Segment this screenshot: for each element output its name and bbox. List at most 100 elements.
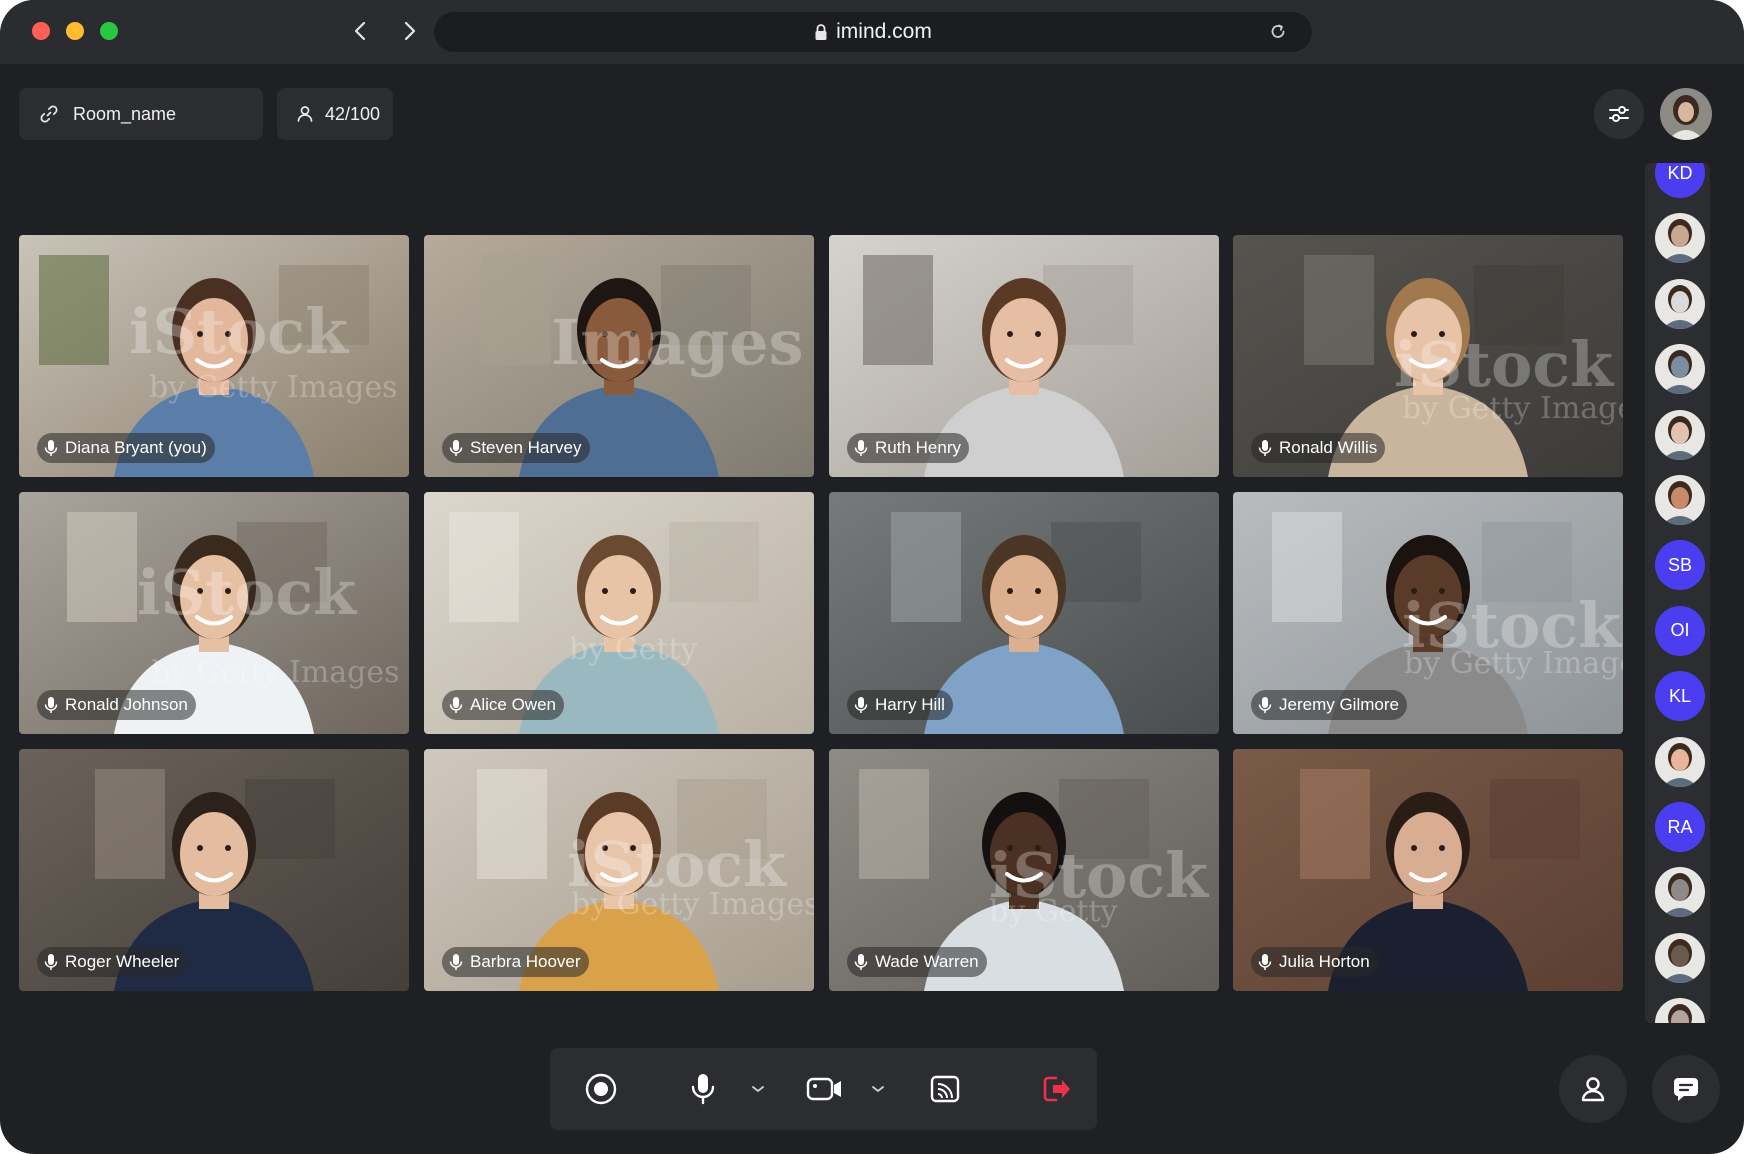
screen-share-button[interactable] [920, 1048, 970, 1130]
participants-count-pill[interactable]: 42/100 [277, 88, 393, 140]
avatar-photo [1655, 998, 1705, 1023]
my-avatar[interactable] [1660, 88, 1712, 140]
close-window-button[interactable] [32, 22, 50, 40]
participant-photo-avatar[interactable] [1655, 932, 1705, 983]
participant-name-tag: Barbra Hoover [442, 947, 589, 977]
camera-options-button[interactable] [866, 1048, 890, 1130]
participant-name: Ruth Henry [875, 438, 961, 457]
back-button[interactable] [346, 16, 376, 46]
participant-name-tag: Steven Harvey [442, 433, 590, 463]
participants-button[interactable] [1559, 1055, 1627, 1123]
maximize-window-button[interactable] [100, 22, 118, 40]
chevron-left-icon [354, 21, 366, 41]
minimize-window-button[interactable] [66, 22, 84, 40]
address-bar[interactable]: imind.com [434, 12, 1312, 52]
participant-photo-avatar[interactable] [1655, 475, 1705, 525]
participant-initials-avatar[interactable]: KD [1655, 163, 1705, 198]
participant-photo-avatar[interactable] [1655, 998, 1705, 1023]
user-icon [297, 106, 313, 122]
participant-name: Julia Horton [1279, 952, 1370, 971]
settings-button[interactable] [1594, 89, 1644, 139]
microphone-icon [1258, 954, 1272, 970]
link-icon [40, 105, 58, 123]
microphone-icon [1258, 697, 1272, 713]
camera-button[interactable] [800, 1048, 850, 1130]
lock-icon [815, 24, 827, 40]
video-tile[interactable]: by Getty Alice Owen [424, 492, 814, 734]
room-name-pill[interactable]: Room_name [19, 88, 263, 140]
participant-initials-avatar[interactable]: RA [1655, 802, 1705, 852]
video-tile[interactable]: iStockby Getty Images Ronald Willis [1233, 235, 1623, 477]
video-tile[interactable]: iStockby Getty Images Jeremy Gilmore [1233, 492, 1623, 734]
microphone-icon [854, 954, 868, 970]
leave-icon [1043, 1076, 1070, 1102]
participant-photo-avatar[interactable] [1655, 409, 1705, 460]
participant-photo-avatar[interactable] [1655, 867, 1705, 918]
participant-name-tag: Alice Owen [442, 690, 564, 720]
participant-name-tag: Roger Wheeler [37, 947, 188, 977]
video-tile[interactable]: iStock by Getty Images Barbra Hoover [424, 749, 814, 991]
reload-icon[interactable] [1268, 22, 1288, 42]
participants-count: 42/100 [325, 103, 381, 124]
video-tile[interactable]: Images Steven Harvey [424, 235, 814, 477]
video-tile[interactable]: Roger Wheeler [19, 749, 409, 991]
participant-initials-avatar[interactable]: OI [1655, 605, 1705, 656]
stock-watermark-sub: by Getty [989, 894, 1118, 929]
avatar-photo [1655, 475, 1705, 525]
avatar-photo [1655, 278, 1705, 329]
participant-name: Roger Wheeler [65, 952, 180, 971]
chevron-right-icon [404, 21, 416, 41]
avatar-initials: KL [1668, 685, 1692, 706]
participant-initials-avatar[interactable]: SB [1655, 540, 1705, 591]
participant-name-tag: Diana Bryant (you) [37, 433, 215, 463]
video-tile[interactable]: Julia Horton [1233, 749, 1623, 991]
cast-icon [930, 1075, 960, 1103]
avatar-photo [1655, 344, 1705, 395]
video-tile[interactable]: iStock by Getty Images Ronald Johnson [19, 492, 409, 734]
call-toolbar [550, 1048, 1097, 1130]
participant-photo-avatar[interactable] [1655, 213, 1705, 264]
stock-watermark-sub: by Getty [569, 632, 698, 667]
record-icon [585, 1073, 617, 1105]
participant-name: Ronald Johnson [65, 695, 188, 714]
participant-name: Diana Bryant (you) [65, 438, 207, 457]
url-text: imind.com [836, 20, 932, 43]
participant-photo-avatar[interactable] [1655, 278, 1705, 329]
participant-name-tag: Ruth Henry [847, 433, 969, 463]
avatar-initials: RA [1667, 816, 1693, 837]
video-tile[interactable]: Harry Hill [829, 492, 1219, 734]
stock-watermark: iStock [137, 556, 357, 629]
avatar-initials: OI [1670, 620, 1690, 641]
participant-name: Ronald Willis [1279, 438, 1378, 457]
stock-watermark-sub: by Getty Images [571, 887, 814, 922]
microphone-button[interactable] [678, 1048, 728, 1130]
microphone-icon [44, 697, 58, 713]
video-camera-icon [806, 1077, 841, 1101]
microphone-options-button[interactable] [746, 1048, 770, 1130]
microphone-icon [854, 697, 868, 713]
stock-watermark-sub: by Getty Images [151, 655, 400, 690]
microphone-icon [691, 1074, 715, 1105]
stock-watermark: iStock [129, 295, 349, 368]
chevron-down-icon [752, 1086, 764, 1092]
participant-name: Barbra Hoover [470, 952, 581, 971]
participants-rail[interactable]: KD SB OI KL RA [1645, 163, 1710, 1023]
participant-photo-avatar[interactable] [1655, 344, 1705, 395]
stock-watermark-sub: by Getty Images [1404, 646, 1623, 681]
microphone-icon [449, 697, 463, 713]
forward-button[interactable] [394, 16, 424, 46]
record-button[interactable] [576, 1048, 626, 1130]
video-tile[interactable]: Ruth Henry [829, 235, 1219, 477]
chevron-down-icon [872, 1086, 884, 1092]
video-tile[interactable]: iStock by Getty Wade Warren [829, 749, 1219, 991]
video-tile[interactable]: iStock by Getty Images Diana Bryant (you) [19, 235, 409, 477]
microphone-icon [44, 440, 58, 456]
leave-call-button[interactable] [1032, 1048, 1082, 1130]
avatar-initials: KD [1667, 163, 1693, 183]
chat-button[interactable] [1652, 1055, 1720, 1123]
sliders-icon [1609, 106, 1629, 122]
avatar-photo [1655, 736, 1705, 787]
participant-photo-avatar[interactable] [1655, 736, 1705, 787]
stock-watermark: Images [551, 306, 804, 379]
participant-initials-avatar[interactable]: KL [1655, 671, 1705, 722]
